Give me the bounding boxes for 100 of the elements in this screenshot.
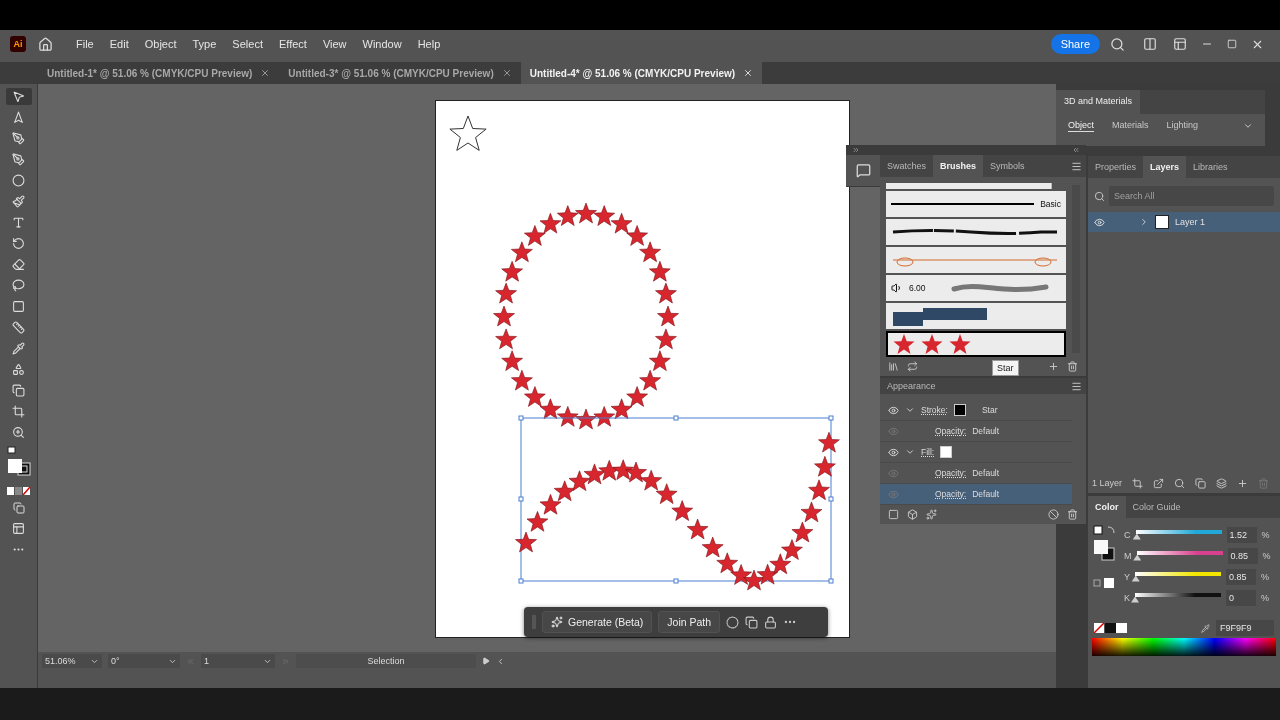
panel-tab[interactable]: Symbols [983,155,1032,177]
panel-tab[interactable]: Libraries [1186,156,1235,178]
options-icon[interactable] [907,361,918,372]
appearance-row[interactable]: Opacity: Default [880,484,1072,505]
panel-tab[interactable]: Materials [1112,120,1149,132]
layer-name[interactable]: Layer 1 [1175,217,1206,227]
duplicate-icon[interactable] [745,615,759,629]
status-mode[interactable]: Selection [296,654,476,668]
panel-menu-icon[interactable] [1071,160,1082,172]
brush-row[interactable] [886,331,1066,357]
value-field[interactable]: 0.85 [1227,547,1258,564]
share-button[interactable]: Share [1050,34,1100,54]
direct-selection-icon[interactable] [12,111,25,124]
panel-menu-icon[interactable] [1071,380,1082,392]
pipette-icon[interactable] [1201,623,1210,633]
chevron-icon[interactable] [905,405,915,415]
panel-tab[interactable]: Brushes [933,155,984,177]
selection-tool-icon[interactable] [12,90,25,103]
new-layer-icon[interactable] [1237,477,1249,489]
value-field[interactable]: 0 [1226,589,1256,606]
color-swatch[interactable] [953,404,966,416]
app-logo[interactable]: Ai [10,36,26,52]
ruler-icon[interactable] [12,321,25,334]
delete-icon[interactable] [1067,509,1078,520]
swatch-presets-icon[interactable] [1094,623,1128,633]
expand-icon[interactable] [1139,217,1149,227]
brush-row[interactable]: 6.00 [886,275,1066,301]
chevron-icon[interactable] [905,447,915,457]
screen-mode-icon[interactable] [12,522,25,535]
comment-icon[interactable] [855,163,871,178]
close-icon[interactable] [260,68,271,78]
zoom-icon[interactable] [12,426,25,439]
visibility-icon[interactable] [888,446,899,458]
arrange-icon[interactable] [1143,37,1157,51]
visibility-icon[interactable] [888,404,899,416]
collapse-icon[interactable] [852,146,860,154]
slider-thumb[interactable] [1131,596,1139,603]
panel-tab[interactable]: Object [1068,120,1094,132]
panel-tab[interactable]: Color Guide [1125,496,1188,518]
menu-item[interactable]: Edit [102,35,136,53]
shape-builder-icon[interactable] [12,363,25,376]
close-icon[interactable] [743,68,754,78]
menu-item[interactable]: View [315,35,354,53]
slider-thumb[interactable] [1131,575,1140,582]
ellipse-tool-icon[interactable] [12,174,25,187]
value-field[interactable]: 1.52 [1226,526,1257,543]
library-icon[interactable] [888,361,899,372]
artboard-field[interactable]: 1 [201,654,275,668]
attribute-label[interactable]: Opacity: [935,489,967,499]
dotted-circle-icon[interactable] [726,615,740,629]
appearance-row[interactable]: Fill: [880,442,1072,463]
expand-icon[interactable] [1072,146,1080,154]
document-tab[interactable]: Untitled-1* @ 51.06 % (CMYK/CPU Preview) [38,62,280,84]
attribute-label[interactable]: Stroke: [921,405,948,415]
slider-track[interactable] [1136,550,1223,555]
play-icon[interactable] [482,657,490,665]
panel-tab[interactable]: Swatches [880,155,934,177]
menu-item[interactable]: Window [355,35,409,53]
attribute-label[interactable]: Opacity: [935,426,967,436]
search-icon[interactable] [1110,36,1125,52]
lock-icon[interactable] [764,615,778,629]
search-field[interactable]: Search All [1109,186,1274,206]
paintbrush-icon[interactable] [12,195,25,208]
zoom-field[interactable]: 51.06% [42,654,102,668]
rotate-tool-icon[interactable] [12,237,25,250]
panel-tab[interactable]: Properties [1088,156,1144,178]
menu-item[interactable]: Type [185,35,224,53]
eraser-icon[interactable] [12,258,25,271]
menu-item[interactable]: Effect [271,35,314,53]
menu-item[interactable]: Help [410,35,448,53]
slider-track[interactable] [1135,571,1221,576]
color-spectrum[interactable] [1092,638,1276,656]
color-mode-icon[interactable] [6,487,31,495]
color-swatch[interactable] [940,446,953,458]
appearance-row[interactable]: Opacity: Default [880,421,1072,442]
visibility-icon[interactable] [1094,216,1105,228]
maximize-icon[interactable] [1227,39,1237,49]
lasso-icon[interactable] [12,279,25,292]
task-bar-button[interactable]: Join Path [658,611,721,633]
eyedropper-icon[interactable] [12,342,25,355]
document-tab[interactable]: Untitled-4* @ 51.06 % (CMYK/CPU Preview) [520,62,763,84]
rotation-field[interactable]: 0° [108,654,180,668]
gradient-icon[interactable] [12,300,25,313]
slider-thumb[interactable] [1133,554,1142,561]
crop-icon[interactable] [12,405,25,418]
curvature-pen-icon[interactable] [12,153,25,166]
clear-icon[interactable] [1048,509,1059,520]
attribute-label[interactable]: Fill: [921,447,935,457]
chevron-icon[interactable] [1243,121,1253,131]
attribute-label[interactable]: Opacity: [935,468,967,478]
appearance-row[interactable]: Stroke: Star [880,400,1072,421]
close-icon[interactable] [501,68,512,78]
task-bar-button[interactable]: Generate (Beta) [542,611,653,633]
value-field[interactable]: 0.85 [1226,568,1256,585]
export-icon[interactable] [1153,477,1165,489]
slider-track[interactable] [1135,529,1222,534]
document-tab[interactable]: Untitled-3* @ 51.06 % (CMYK/CPU Preview) [279,62,521,84]
scroll-left-icon[interactable] [496,656,505,666]
slider-thumb[interactable] [1132,533,1141,540]
slider-track[interactable] [1135,592,1221,597]
